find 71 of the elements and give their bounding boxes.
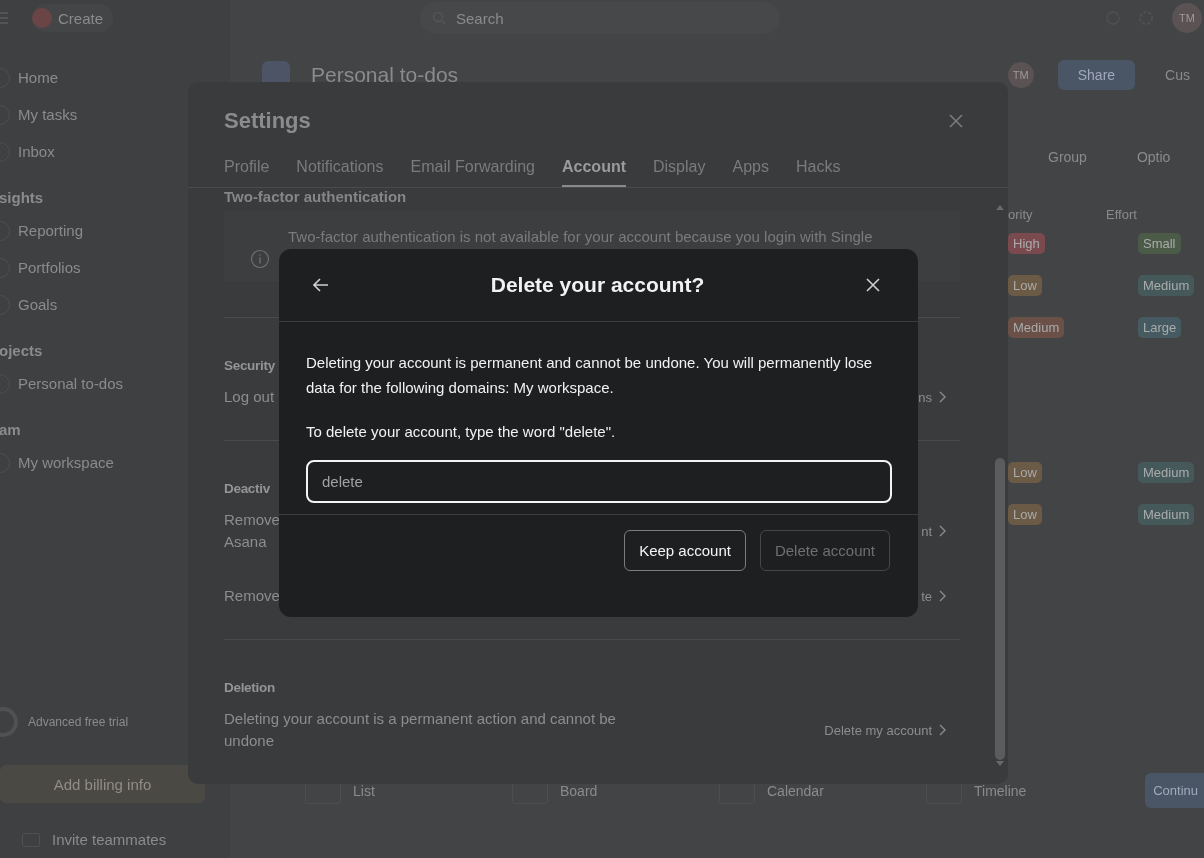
trial-label: Advanced free trial — [28, 715, 129, 729]
toolbar-button[interactable]: Optio — [1136, 149, 1171, 165]
settings-tab[interactable]: Display — [653, 158, 706, 187]
dialog-title: Settings — [224, 108, 311, 134]
setting-link[interactable]: te — [921, 588, 932, 604]
setting-link[interactable]: Delete my account — [824, 722, 932, 738]
chevron-icon[interactable] — [938, 525, 946, 537]
priority-tag: High — [1008, 232, 1045, 254]
setting-description: Log out — [224, 387, 275, 407]
priority-tag: Low — [1008, 503, 1042, 525]
create-button[interactable]: Create — [32, 4, 114, 32]
setting-link[interactable]: ns — [918, 389, 932, 405]
effort-tag: Medium — [1138, 503, 1195, 525]
column-header: Effort — [1106, 207, 1138, 222]
setting-description: Deleting your account is a permanent action and cannot be undone — [224, 709, 617, 751]
sidebar-item[interactable]: Portfolios — [18, 259, 81, 276]
sidebar-item[interactable]: My workspace — [18, 454, 114, 471]
chevron-icon[interactable] — [938, 724, 946, 736]
settings-tab[interactable]: Account — [562, 158, 626, 187]
view-option[interactable]: Timeline — [974, 782, 1027, 799]
column-header: ority — [1008, 207, 1034, 222]
sidebar-section-title: ojects — [0, 341, 44, 359]
section-title: Deactiv — [224, 480, 270, 498]
sidebar-item[interactable]: Personal to-dos — [18, 375, 124, 392]
toolbar-button[interactable]: Group — [1048, 149, 1087, 165]
user-avatar[interactable]: TM — [1172, 3, 1202, 33]
sidebar-item[interactable]: Inbox — [18, 143, 55, 160]
setting-description: Remove — [224, 586, 280, 606]
project-title: Personal to-dos — [311, 63, 459, 87]
back-arrow-icon[interactable] — [313, 278, 329, 292]
continue-button[interactable]: Continu — [1145, 773, 1204, 808]
instruction-text: To delete your account, type the word "delete". — [306, 422, 617, 442]
sidebar-section-title: am — [0, 420, 22, 438]
notice-text: Two-factor authentication is not available for your account because you login with Single — [288, 228, 873, 245]
sidebar-item[interactable]: Reporting — [18, 222, 84, 239]
setting-description: Remove Asana — [224, 510, 280, 552]
sidebar-item[interactable]: Goals — [18, 296, 58, 313]
search-field[interactable]: Search — [420, 2, 780, 34]
section-title: Deletion — [224, 679, 275, 697]
settings-tab[interactable]: Profile — [224, 158, 270, 187]
priority-tag: Medium — [1008, 316, 1065, 338]
chevron-icon[interactable] — [938, 590, 946, 602]
effort-tag: Large — [1138, 316, 1182, 338]
priority-tag: Low — [1008, 274, 1042, 296]
effort-tag: Small — [1138, 232, 1181, 254]
section-title: Security — [224, 357, 275, 375]
sidebar-item[interactable]: My tasks — [18, 106, 78, 123]
confirm-input-field[interactable]: delete — [306, 460, 892, 503]
settings-tab[interactable]: Notifications — [296, 158, 384, 187]
info-icon — [250, 249, 270, 269]
settings-tab[interactable]: Email Forwarding — [410, 158, 535, 187]
view-option[interactable]: Board — [560, 782, 598, 799]
effort-tag: Medium — [1138, 461, 1195, 483]
billing-button[interactable]: Add billing info — [0, 765, 205, 803]
setting-link[interactable]: nt — [921, 523, 932, 539]
dialog-button[interactable]: Keep account — [624, 530, 746, 571]
share-button[interactable]: Share — [1057, 60, 1136, 90]
settings-tab[interactable]: Apps — [732, 158, 769, 187]
invite-link[interactable]: Invite teammates — [52, 831, 167, 848]
view-option[interactable]: List — [353, 782, 375, 799]
priority-tag: Low — [1008, 461, 1042, 483]
effort-tag: Medium — [1138, 274, 1195, 296]
settings-tab[interactable]: Hacks — [795, 158, 841, 187]
sidebar-item[interactable]: Home — [18, 69, 58, 86]
view-option[interactable]: Calendar — [767, 782, 824, 799]
member-avatar[interactable]: TM — [1007, 62, 1034, 88]
chevron-icon[interactable] — [938, 391, 946, 403]
customize-button[interactable]: Cus — [1165, 67, 1190, 83]
section-title: Two-factor authentication — [224, 188, 408, 205]
warning-message: Deleting your account is permanent and cannot be undone. You will permanently lose data for the following domains: My workspace. — [306, 353, 874, 398]
dialog-title: Delete your account? — [490, 273, 705, 297]
